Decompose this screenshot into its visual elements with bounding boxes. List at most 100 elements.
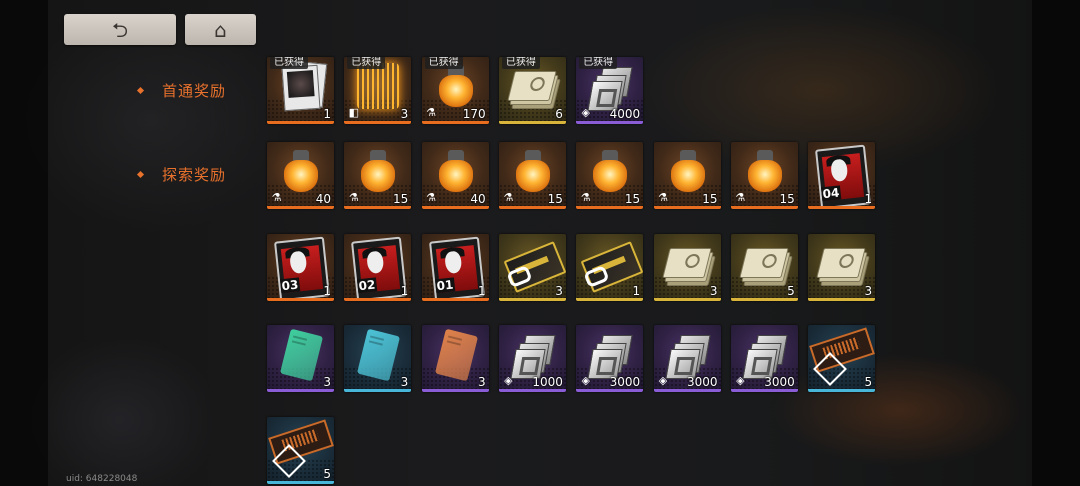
reward-item[interactable]: ◈ 1000 <box>498 325 566 392</box>
item-quantity: 15 <box>547 192 563 206</box>
rarity-bar <box>344 389 412 392</box>
reward-item[interactable]: ⚗ 15 <box>498 142 566 209</box>
item-quantity: 15 <box>624 192 641 206</box>
item-quantity: 4000 <box>609 107 641 121</box>
section-title: 探索奖励 <box>162 165 227 184</box>
joker-card-icon: 04 <box>815 144 872 209</box>
rarity-bar <box>267 206 334 209</box>
left-letterbox <box>0 0 48 486</box>
rarity-bar <box>267 298 334 301</box>
photo-stack-icon <box>279 60 328 114</box>
item-quantity: 5 <box>787 284 795 298</box>
silver-block-icon <box>587 67 633 111</box>
reward-item[interactable]: ◈ 3000 <box>653 325 721 392</box>
reward-item[interactable]: 1 <box>576 234 644 301</box>
item-quantity: 1 <box>323 107 331 121</box>
document-stack-icon <box>739 248 793 286</box>
joker-card-icon: 03 <box>274 236 330 301</box>
uid-label: uid: 648228048 <box>66 474 138 484</box>
rarity-bar <box>267 481 334 484</box>
rarity-bar <box>576 121 644 124</box>
reward-item[interactable]: ◈ 3000 <box>576 325 644 392</box>
reward-item[interactable]: ⚗ 170 已获得 <box>421 57 489 124</box>
card-number: 03 <box>279 277 301 294</box>
reward-item[interactable]: 03 1 <box>267 234 334 301</box>
reward-item[interactable]: 3 <box>421 325 489 392</box>
reward-item[interactable]: ⚗ 15 <box>344 142 412 209</box>
rarity-bar <box>267 389 334 392</box>
rarity-bar <box>576 206 644 209</box>
silver-block-icon <box>742 335 788 379</box>
reward-item[interactable]: ⚗ 15 <box>730 142 798 209</box>
orange-flask-icon <box>515 150 550 194</box>
rarity-bar <box>498 121 566 124</box>
item-type-icon: ◈ <box>504 374 513 387</box>
orange-flask-icon <box>593 150 628 194</box>
rarity-bar <box>498 206 566 209</box>
reward-item[interactable]: 3 <box>808 234 876 301</box>
reward-item[interactable]: ⚗ 15 <box>576 142 644 209</box>
rarity-bar <box>653 206 721 209</box>
rarity-bar <box>421 298 489 301</box>
reward-item[interactable]: ⚗ 40 <box>421 142 489 209</box>
rarity-bar <box>344 121 412 124</box>
reward-item[interactable]: 3 <box>267 325 334 392</box>
joker-card-icon: 01 <box>428 236 485 301</box>
reward-item[interactable]: 5 <box>730 234 798 301</box>
document-stack-icon <box>816 248 870 286</box>
reward-item[interactable]: ◈ 4000 已获得 <box>576 57 644 124</box>
item-quantity: 3 <box>864 284 873 298</box>
rarity-bar <box>730 389 798 392</box>
rarity-bar <box>808 206 876 209</box>
item-type-icon: ⚗ <box>503 191 514 204</box>
rarity-bar <box>421 389 489 392</box>
item-quantity: 3 <box>477 375 486 389</box>
back-button[interactable]: ⮌ <box>64 14 176 45</box>
reward-item[interactable]: 5 <box>267 417 334 484</box>
item-quantity: 40 <box>470 192 486 206</box>
reward-item[interactable]: ◧ 3 已获得 <box>344 57 412 124</box>
reward-item[interactable]: 3 <box>498 234 566 301</box>
rarity-bar <box>653 389 721 392</box>
rarity-bar <box>267 121 334 124</box>
orange-flask-icon <box>670 150 705 194</box>
reward-item[interactable]: 3 <box>653 234 721 301</box>
item-quantity: 3 <box>709 284 718 298</box>
item-quantity: 1 <box>632 284 641 298</box>
item-type-icon: ◈ <box>581 374 590 387</box>
return-arrow-icon: ⮌ <box>111 17 129 42</box>
item-quantity: 15 <box>393 192 409 206</box>
reward-item[interactable]: 6 已获得 <box>498 57 566 124</box>
rarity-bar <box>653 298 721 301</box>
item-type-icon: ◈ <box>581 106 590 119</box>
item-type-icon: ⚗ <box>348 191 359 204</box>
silver-block-icon <box>664 335 711 379</box>
reward-item[interactable]: 04 1 <box>808 142 876 209</box>
home-button[interactable]: ⌂ <box>185 14 256 45</box>
reward-item[interactable]: ⚗ 15 <box>653 142 721 209</box>
rarity-bar <box>421 121 489 124</box>
reward-item[interactable]: ◈ 3000 <box>730 325 798 392</box>
item-quantity: 3 <box>323 375 331 389</box>
orange-flask-icon <box>747 150 782 194</box>
diamond-bullet-icon <box>136 170 145 178</box>
reward-item[interactable]: 01 1 <box>421 234 489 301</box>
orange-flask-icon <box>284 150 318 194</box>
reward-item[interactable]: 1 已获得 <box>267 57 334 124</box>
silver-block-icon <box>587 335 633 379</box>
document-stack-icon <box>661 248 716 286</box>
rarity-bar <box>808 298 876 301</box>
item-quantity: 3000 <box>686 375 718 389</box>
reward-item[interactable]: 3 <box>344 325 412 392</box>
reward-item[interactable]: 02 1 <box>344 234 412 301</box>
reward-item[interactable]: 5 <box>808 325 876 392</box>
item-quantity: 1 <box>477 284 486 298</box>
section-title: 首通奖励 <box>162 81 227 100</box>
reward-item[interactable]: ⚗ 40 <box>267 142 334 209</box>
rarity-bar <box>421 206 489 209</box>
item-quantity: 6 <box>555 107 563 121</box>
rarity-bar <box>730 206 798 209</box>
card-number: 04 <box>821 185 842 202</box>
item-type-icon: ⚗ <box>658 191 668 204</box>
obtained-badge: 已获得 <box>501 57 540 69</box>
